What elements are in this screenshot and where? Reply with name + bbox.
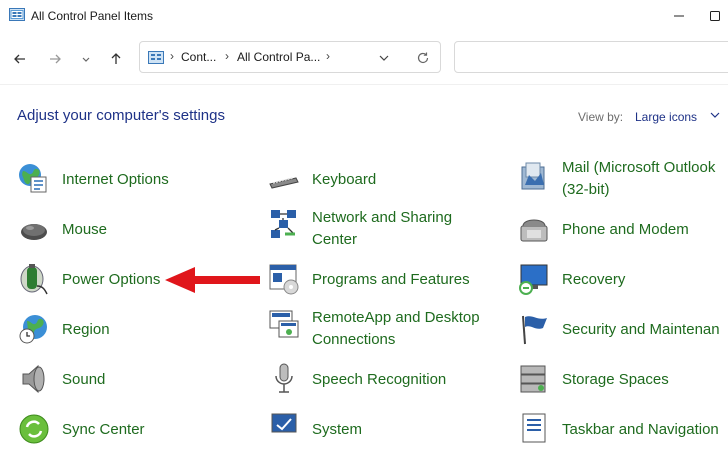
chevron-right-icon: ›	[225, 49, 229, 63]
maximize-icon	[710, 11, 720, 21]
power-options-icon	[20, 264, 48, 295]
breadcrumb-all-items[interactable]: All Control Pa...	[237, 50, 320, 64]
arrow-up-icon	[111, 53, 121, 64]
control-panel-icon	[9, 8, 25, 21]
network-icon	[271, 210, 296, 238]
chevron-down-icon[interactable]	[710, 110, 720, 120]
chevron-down-icon	[82, 57, 90, 62]
item-label: Keyboard	[312, 171, 377, 188]
storage-icon	[520, 365, 546, 393]
remote-desktop-icon	[269, 310, 299, 338]
view-by-label: View by:	[578, 110, 624, 124]
divider	[0, 84, 728, 85]
item-label-line2: Connections	[312, 331, 396, 348]
microphone-icon	[275, 363, 293, 393]
item-label: Mouse	[62, 221, 108, 238]
taskbar-icon	[522, 413, 546, 443]
page-title: Adjust your computer's settings	[17, 107, 225, 124]
item-label: Phone and Modem	[562, 221, 689, 238]
forward-button[interactable]	[44, 48, 66, 70]
item-label: Power Options	[62, 271, 161, 288]
recovery-icon	[519, 264, 548, 295]
view-by-dropdown[interactable]: Large icons	[635, 110, 697, 124]
item-label: Internet Options	[62, 171, 169, 188]
item-label: RemoteApp and Desktop	[312, 309, 480, 326]
phone-icon	[520, 219, 548, 242]
mouse-icon	[21, 224, 47, 240]
speaker-icon	[22, 364, 45, 394]
computer-icon	[271, 413, 297, 433]
keyboard-icon	[269, 177, 299, 189]
recent-locations-button[interactable]	[75, 48, 97, 70]
breadcrumb-control-panel[interactable]: Cont...	[181, 50, 216, 64]
title-bar: All Control Panel Items	[0, 0, 728, 32]
item-label: Recovery	[562, 271, 626, 288]
item-label: Region	[62, 321, 110, 338]
item-label: Mail (Microsoft Outlook	[562, 159, 716, 176]
item-label: Taskbar and Navigation	[562, 421, 719, 438]
item-label: Storage Spaces	[562, 371, 669, 388]
internet-options-icon	[19, 164, 47, 193]
annotation-arrow-icon	[165, 267, 260, 293]
minimize-button[interactable]	[656, 0, 702, 32]
address-bar[interactable]: › Cont... › All Control Pa... ›	[139, 41, 441, 73]
arrow-left-icon	[14, 54, 25, 64]
item-label-line2: Center	[312, 231, 358, 248]
item-label-line2: (32-bit)	[562, 181, 610, 198]
item-label: System	[312, 421, 363, 438]
sync-icon	[19, 414, 49, 444]
refresh-icon[interactable]	[416, 51, 430, 65]
programs-icon	[269, 264, 299, 295]
item-label: Programs and Features	[312, 271, 470, 288]
window-title: All Control Panel Items	[31, 9, 154, 23]
globe-clock-icon	[19, 315, 47, 344]
item-label: Sync Center	[62, 421, 145, 438]
flag-icon	[522, 315, 547, 345]
chevron-right-icon: ›	[170, 49, 174, 63]
control-panel-icon	[148, 51, 164, 64]
arrow-right-icon	[50, 54, 61, 64]
maximize-button[interactable]	[702, 0, 728, 32]
back-button[interactable]	[9, 48, 31, 70]
minimize-icon	[674, 15, 684, 17]
item-label: Security and Maintenan	[562, 321, 720, 338]
search-input[interactable]	[454, 41, 728, 73]
item-label: Sound	[62, 371, 106, 388]
up-button[interactable]	[105, 48, 127, 70]
chevron-right-icon: ›	[326, 49, 330, 63]
chevron-down-icon[interactable]	[379, 53, 389, 63]
mail-icon	[521, 162, 545, 190]
item-label: Network and Sharing	[312, 209, 453, 226]
item-label: Speech Recognition	[312, 371, 447, 388]
